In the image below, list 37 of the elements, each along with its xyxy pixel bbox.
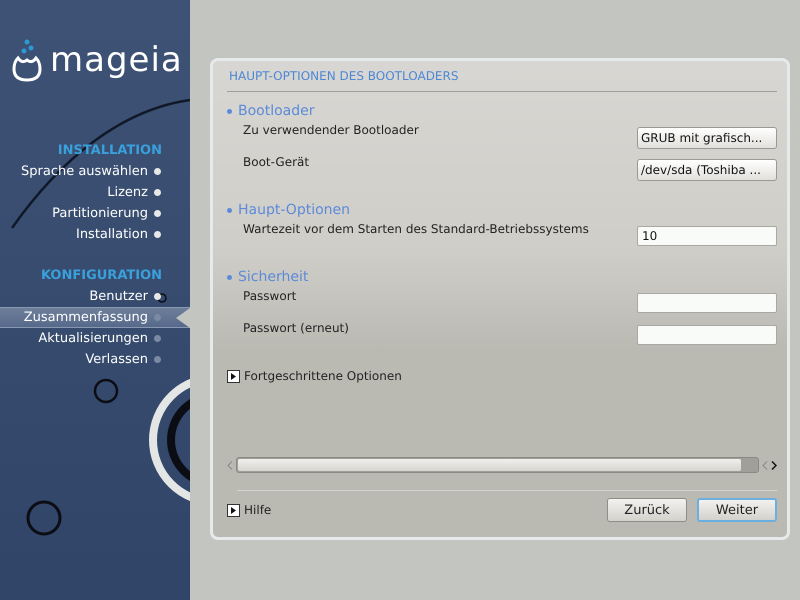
dropdown[interactable]: GRUB mit grafisch... (637, 127, 777, 149)
help-expander[interactable]: Hilfe (227, 503, 272, 517)
step-label: Sprache auswählen (21, 164, 148, 179)
nav-button[interactable]: Weiter (697, 498, 777, 522)
option-label: Passwort (242, 288, 296, 303)
cauldron-icon (10, 38, 44, 82)
advanced-expander[interactable]: Fortgeschrittene Optionen (227, 369, 402, 383)
group-heading: Sicherheit (238, 268, 308, 287)
bullet-icon (227, 108, 232, 114)
input-field[interactable] (637, 325, 777, 345)
step-label: Lizenz (107, 185, 148, 200)
pointer-icon (176, 308, 190, 328)
scrollbar[interactable] (236, 457, 759, 473)
step-label: Installation (76, 227, 148, 242)
panel-title: HAUPT-OPTIONEN DES BOOTLOADERS (227, 61, 777, 92)
scroll-thumb[interactable] (238, 459, 742, 471)
scroll-left-icon[interactable] (227, 460, 233, 470)
bullet-icon (227, 208, 232, 212)
nav-button[interactable]: Zurück (607, 498, 687, 522)
step-label: Zusammenfassung (24, 310, 148, 325)
input-field[interactable]: 10 (637, 226, 777, 246)
group-heading: Bootloader (238, 102, 315, 121)
scroll-right-icon[interactable] (771, 460, 777, 470)
option-label: Passwort (erneut) (242, 320, 349, 335)
step-label: Benutzer (89, 289, 148, 304)
logo-text: mageia (50, 43, 183, 77)
step-label: Verlassen (85, 352, 148, 367)
step-label: Aktualisierungen (38, 331, 148, 346)
group-heading: Haupt-Optionen (238, 201, 350, 220)
option-label: Boot-Gerät (242, 154, 310, 169)
section-heading: KONFIGURATION (40, 267, 163, 285)
input-field[interactable] (637, 293, 777, 313)
option-label: Zu verwendender Bootloader (242, 122, 419, 137)
option-label: Wartezeit vor dem Starten des Standard-Betriebssystems (242, 221, 589, 236)
bullet-icon (227, 274, 232, 280)
step-label: Partitionierung (52, 206, 148, 221)
dropdown[interactable]: /dev/sda (Toshiba ... (637, 159, 777, 181)
